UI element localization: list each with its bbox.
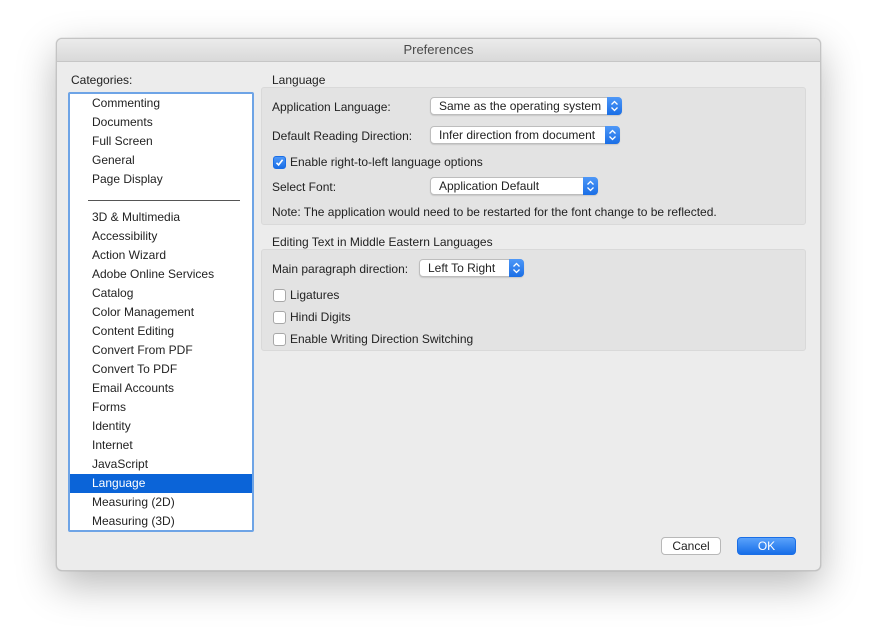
- rtl-options-label[interactable]: Enable right-to-left language options: [290, 155, 483, 169]
- category-item-action-wizard[interactable]: Action Wizard: [70, 246, 252, 265]
- ok-button[interactable]: OK: [737, 537, 796, 555]
- window-title: Preferences: [57, 39, 820, 62]
- select-font-popup[interactable]: Application Default: [430, 177, 598, 195]
- category-item-measuring-3d[interactable]: Measuring (3D): [70, 512, 252, 530]
- up-down-chevron-icon: [607, 97, 622, 115]
- writing-direction-checkbox[interactable]: [273, 333, 286, 346]
- cancel-button[interactable]: Cancel: [661, 537, 721, 555]
- restart-note: Note: The application would need to be r…: [272, 205, 717, 219]
- up-down-chevron-icon: [509, 259, 524, 277]
- category-item-color-management[interactable]: Color Management: [70, 303, 252, 322]
- reading-direction-value: Infer direction from document: [439, 128, 596, 142]
- middle-east-section-title: Editing Text in Middle Eastern Languages: [272, 235, 493, 249]
- preferences-window: Preferences Categories: Commenting Docum…: [56, 38, 821, 571]
- category-item-documents[interactable]: Documents: [70, 113, 252, 132]
- language-section-title: Language: [272, 73, 326, 87]
- category-item-email-accounts[interactable]: Email Accounts: [70, 379, 252, 398]
- category-item-convert-to-pdf[interactable]: Convert To PDF: [70, 360, 252, 379]
- category-item-accessibility[interactable]: Accessibility: [70, 227, 252, 246]
- hindi-digits-checkbox[interactable]: [273, 311, 286, 324]
- category-item-internet[interactable]: Internet: [70, 436, 252, 455]
- ligatures-label[interactable]: Ligatures: [290, 288, 339, 302]
- category-item-language[interactable]: Language: [70, 474, 252, 493]
- application-language-popup[interactable]: Same as the operating system: [430, 97, 622, 115]
- category-item-javascript[interactable]: JavaScript: [70, 455, 252, 474]
- application-language-label: Application Language:: [272, 100, 391, 114]
- category-item-full-screen[interactable]: Full Screen: [70, 132, 252, 151]
- category-item-general[interactable]: General: [70, 151, 252, 170]
- select-font-value: Application Default: [439, 179, 540, 193]
- select-font-label: Select Font:: [272, 180, 337, 194]
- category-item-commenting[interactable]: Commenting: [70, 94, 252, 113]
- category-item-page-display[interactable]: Page Display: [70, 170, 252, 189]
- ligatures-checkbox[interactable]: [273, 289, 286, 302]
- up-down-chevron-icon: [605, 126, 620, 144]
- checkmark-icon: [275, 159, 284, 167]
- paragraph-direction-value: Left To Right: [428, 261, 496, 275]
- category-item-forms[interactable]: Forms: [70, 398, 252, 417]
- application-language-value: Same as the operating system: [439, 99, 602, 113]
- category-item-3d-multimedia[interactable]: 3D & Multimedia: [70, 208, 252, 227]
- category-item-measuring-2d[interactable]: Measuring (2D): [70, 493, 252, 512]
- category-item-adobe-online-services[interactable]: Adobe Online Services: [70, 265, 252, 284]
- up-down-chevron-icon: [583, 177, 598, 195]
- writing-direction-label[interactable]: Enable Writing Direction Switching: [290, 332, 473, 346]
- category-item-convert-from-pdf[interactable]: Convert From PDF: [70, 341, 252, 360]
- rtl-options-checkbox[interactable]: [273, 156, 286, 169]
- reading-direction-label: Default Reading Direction:: [272, 129, 413, 143]
- categories-list[interactable]: Commenting Documents Full Screen General…: [68, 92, 254, 532]
- reading-direction-popup[interactable]: Infer direction from document: [430, 126, 620, 144]
- paragraph-direction-label: Main paragraph direction:: [272, 262, 409, 276]
- category-separator: [88, 200, 240, 201]
- category-item-catalog[interactable]: Catalog: [70, 284, 252, 303]
- paragraph-direction-popup[interactable]: Left To Right: [419, 259, 524, 277]
- category-item-content-editing[interactable]: Content Editing: [70, 322, 252, 341]
- hindi-digits-label[interactable]: Hindi Digits: [290, 310, 351, 324]
- category-item-identity[interactable]: Identity: [70, 417, 252, 436]
- categories-label: Categories:: [71, 73, 133, 87]
